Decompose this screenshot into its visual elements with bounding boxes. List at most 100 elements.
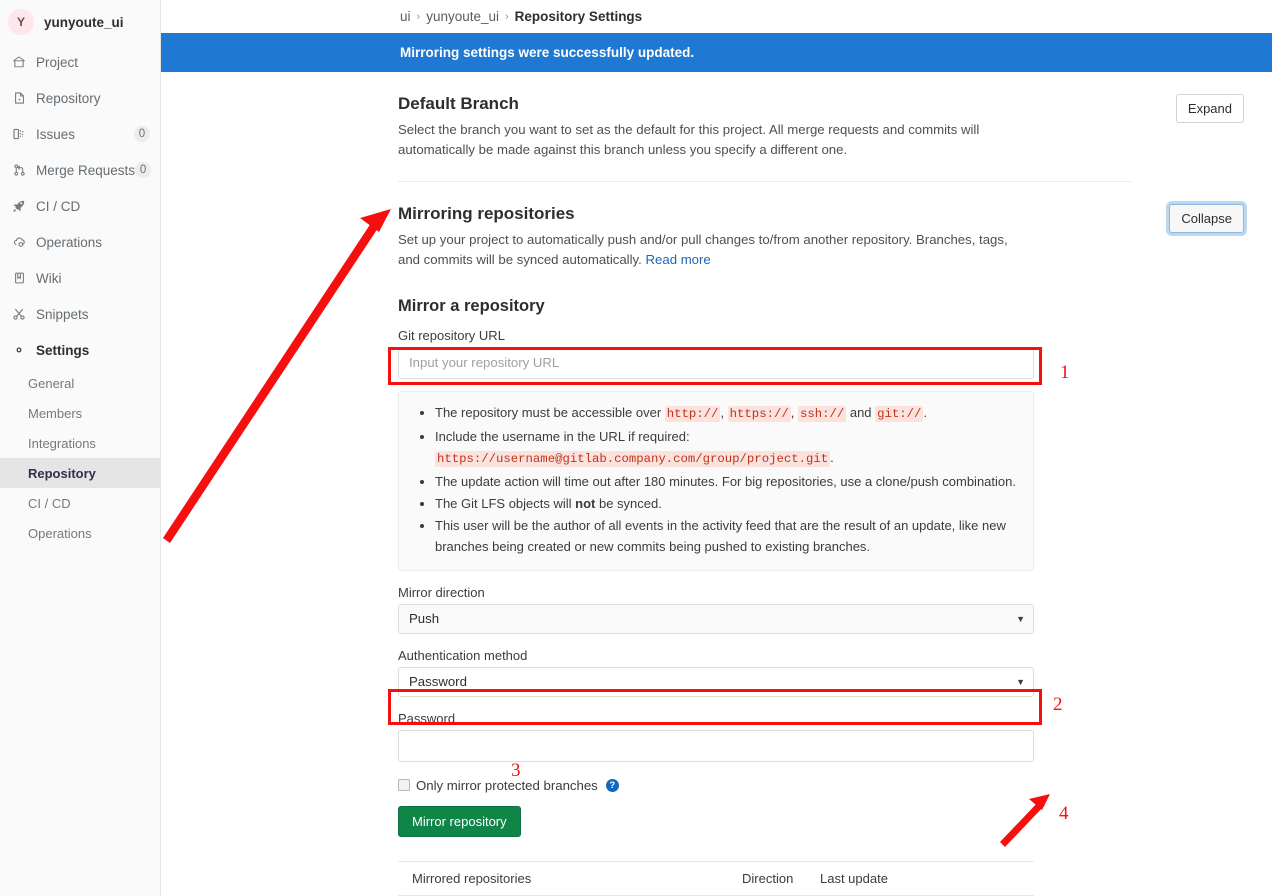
flash-message: Mirroring settings were successfully upd… [400,45,695,60]
mirroring-title: Mirroring repositories [398,203,575,223]
mirror-direction-select[interactable]: Push [398,603,1034,634]
authentication-method-label: Authentication method [398,647,528,663]
mirrored-repositories-table: Mirrored repositories Direction Last upd… [398,860,1034,896]
note-text: Include the username in the URL if requi… [435,428,690,444]
sidebar-nav: Project Repository Issues 0 Merge Reques… [0,44,160,368]
sidebar-item-operations-settings[interactable]: Operations [0,518,160,548]
mirroring-section: Mirroring repositories Set up your proje… [398,180,1244,896]
sidebar-item-issues[interactable]: Issues 0 [0,116,160,152]
only-protected-branches-label: Only mirror protected branches [416,777,598,793]
authentication-method-select[interactable]: Password [398,666,1034,697]
sidebar-item-settings[interactable]: Settings [0,332,160,368]
project-name: yunyoute_ui [44,14,124,30]
mirror-direction-label: Mirror direction [398,584,485,600]
note-emphasis: not [575,495,596,511]
git-repository-url-input[interactable] [398,346,1034,379]
sidebar-item-label: Operations [36,234,103,250]
password-field: Password [398,711,1131,762]
sidebar-item-cicd-settings[interactable]: CI / CD [0,488,160,518]
sidebar-subitem-label: Repository [28,465,96,481]
password-input[interactable] [398,729,1034,762]
sidebar-item-label: Merge Requests [36,162,136,178]
column-header-actions [926,860,1034,896]
rocket-icon [10,198,28,214]
authentication-method-field: Authentication method Password ▼ [398,648,1131,697]
sidebar-item-merge-requests[interactable]: Merge Requests 0 [0,152,160,188]
default-branch-title: Default Branch [398,94,519,113]
sidebar-subnav: General Members Integrations Repository … [0,368,160,548]
sidebar-item-label: Snippets [36,306,89,322]
sidebar-item-label: Repository [36,90,101,106]
default-branch-section: Default Branch Select the branch you wan… [398,72,1244,181]
note-text: , [720,404,728,420]
only-protected-branches-row: Only mirror protected branches ? [398,778,1131,793]
note-item: This user will be the author of all even… [435,515,1019,557]
sidebar-item-label: Issues [36,126,76,142]
flash-success-banner: Mirroring settings were successfully upd… [161,33,1272,72]
project-header[interactable]: Y yunyoute_ui [0,0,160,44]
sidebar-item-repository-settings[interactable]: Repository [0,458,160,488]
settings-inner: Default Branch Select the branch you wan… [398,72,1244,896]
code-username-url: https://username@gitlab.company.com/grou… [435,450,831,467]
mirror-direction-field: Mirror direction Push ▼ [398,585,1131,634]
scissors-icon [10,306,28,322]
git-repository-url-label: Git repository URL [398,327,505,343]
sidebar-subitem-label: CI / CD [28,495,71,511]
sidebar-item-members[interactable]: Members [0,398,160,428]
sidebar-item-snippets[interactable]: Snippets [0,296,160,332]
sidebar-item-integrations[interactable]: Integrations [0,428,160,458]
sidebar-item-ci-cd[interactable]: CI / CD [0,188,160,224]
only-protected-branches-checkbox[interactable] [398,779,410,792]
note-item: Include the username in the URL if requi… [435,426,1019,470]
code-git: git:// [875,405,924,422]
document-icon [10,90,28,106]
note-text: be synced. [595,495,662,511]
help-icon[interactable]: ? [605,778,619,792]
code-ssh: ssh:// [797,405,847,422]
default-branch-description: Select the branch you want to set as the… [398,122,980,158]
main-content: ui › yunyoute_ui › Repository Settings M… [161,0,1272,896]
sidebar-item-repository[interactable]: Repository [0,80,160,116]
breadcrumb: ui › yunyoute_ui › Repository Settings [161,0,1272,33]
collapse-button[interactable]: Collapse [1169,203,1244,233]
mirror-a-repository-title: Mirror a repository [398,296,545,315]
sidebar: Y yunyoute_ui Project Repository Issues … [0,0,161,896]
note-item: The repository must be accessible over h… [435,402,1019,425]
sidebar-item-label: Settings [36,342,90,358]
column-header-direction: Direction [728,860,806,896]
read-more-link[interactable]: Read more [646,252,711,267]
mirroring-description: Set up your project to automatically pus… [398,230,1030,271]
breadcrumb-item-group[interactable]: ui [400,9,411,24]
settings-content: Default Branch Select the branch you wan… [161,72,1272,896]
breadcrumb-item-current: Repository Settings [514,9,643,24]
sidebar-item-operations[interactable]: Operations [0,224,160,260]
sidebar-item-label: CI / CD [36,198,81,214]
home-icon [10,54,28,70]
column-header-url: Mirrored repositories [398,860,728,896]
note-text: , [790,404,798,420]
breadcrumb-item-project[interactable]: yunyoute_ui [426,9,499,24]
breadcrumb-separator: › [505,10,509,23]
note-text: and [846,404,876,420]
mirror-repository-button[interactable]: Mirror repository [398,805,521,837]
password-label: Password [398,710,456,726]
page-root: Y yunyoute_ui Project Repository Issues … [0,0,1272,896]
table-header-row: Mirrored repositories Direction Last upd… [398,860,1034,896]
breadcrumb-separator: › [416,10,421,23]
book-icon [10,270,28,286]
project-avatar: Y [8,9,34,35]
sidebar-subitem-label: General [28,375,75,391]
cloud-gear-icon [10,234,28,250]
note-text: . [923,404,928,420]
sidebar-item-general[interactable]: General [0,368,160,398]
expand-button[interactable]: Expand [1175,94,1244,123]
sidebar-subitem-label: Integrations [28,435,96,451]
gear-icon [10,342,28,358]
note-text: The Git LFS objects will [435,495,576,511]
sidebar-item-wiki[interactable]: Wiki [0,260,160,296]
sidebar-item-project[interactable]: Project [0,44,160,80]
mirror-url-notes: The repository must be accessible over h… [398,390,1034,571]
sidebar-item-label: Project [36,54,79,70]
sidebar-item-count: 0 [135,162,152,178]
issue-icon [10,126,28,142]
